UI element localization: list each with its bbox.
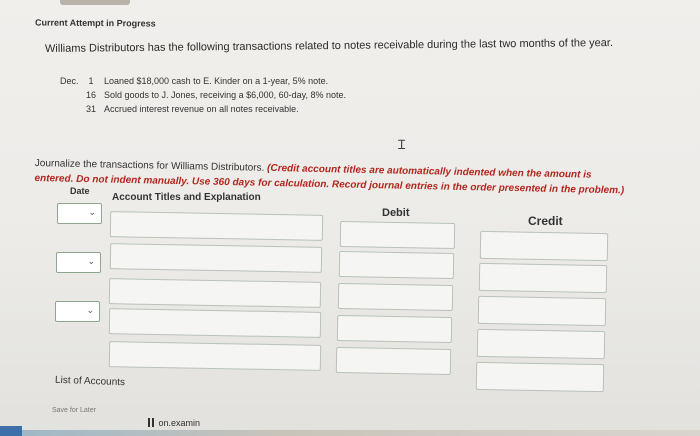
date-select-1[interactable]: ⌄ (57, 203, 102, 224)
chevron-down-icon: ⌄ (87, 256, 95, 266)
debit-input[interactable] (339, 220, 456, 250)
tx-description: Sold goods to J. Jones, receiving a $6,0… (104, 90, 346, 100)
account-title-input[interactable] (109, 211, 324, 241)
credit-input[interactable] (476, 328, 606, 360)
tx-description: Accrued interest revenue on all notes re… (104, 104, 299, 114)
taskbar-item[interactable]: on.examin (148, 418, 200, 428)
taskbar-text: on.examin (158, 418, 201, 428)
instructions-lead: Journalize the transactions for Williams… (34, 157, 265, 174)
tx-day: 31 (85, 104, 96, 114)
account-title-input[interactable] (109, 243, 323, 273)
top-tab-edge (60, 0, 130, 5)
text-cursor-icon: Ɪ (398, 137, 406, 152)
tx-day: 16 (85, 90, 96, 100)
account-title-input[interactable] (108, 278, 322, 308)
list-of-accounts-link[interactable]: List of Accounts (55, 375, 125, 388)
chevron-down-icon: ⌄ (88, 207, 96, 217)
credit-input[interactable] (479, 230, 609, 262)
attempt-status: Current Attempt in Progress (34, 17, 156, 29)
transaction-row: Dec. 1 Loaned $18,000 cash to E. Kinder … (60, 74, 346, 88)
date-select-3[interactable]: ⌄ (55, 301, 100, 322)
credit-input[interactable] (477, 295, 607, 327)
pause-icon (148, 418, 150, 427)
account-title-input[interactable] (108, 308, 322, 338)
column-header-credit: Credit (528, 214, 563, 228)
credit-input[interactable] (475, 361, 605, 393)
debit-input[interactable] (338, 250, 455, 280)
tx-month: Dec. (60, 76, 79, 86)
debit-input[interactable] (335, 346, 452, 376)
column-header-date: Date (70, 186, 90, 196)
transaction-row: 31 Accrued interest revenue on all notes… (60, 102, 346, 116)
problem-intro: Williams Distributors has the following … (44, 37, 614, 55)
transaction-list: Dec. 1 Loaned $18,000 cash to E. Kinder … (60, 74, 346, 116)
taskbar-start (0, 426, 22, 436)
tx-description: Loaned $18,000 cash to E. Kinder on a 1-… (104, 76, 329, 86)
debit-input[interactable] (336, 314, 453, 344)
pause-icon-bar (152, 418, 154, 427)
account-title-input[interactable] (108, 341, 322, 371)
transaction-row: 16 Sold goods to J. Jones, receiving a $… (60, 88, 346, 102)
save-for-later-button[interactable]: Save for Later (52, 407, 96, 414)
tx-day: 1 (88, 76, 94, 86)
photo-of-screen: Current Attempt in Progress Williams Dis… (0, 0, 700, 436)
debit-input[interactable] (337, 282, 454, 312)
column-header-debit: Debit (382, 207, 410, 219)
credit-input[interactable] (478, 262, 608, 294)
screen-bottom-edge (0, 430, 700, 436)
date-select-2[interactable]: ⌄ (56, 252, 101, 273)
chevron-down-icon: ⌄ (86, 305, 94, 315)
column-header-account: Account Titles and Explanation (112, 192, 261, 203)
